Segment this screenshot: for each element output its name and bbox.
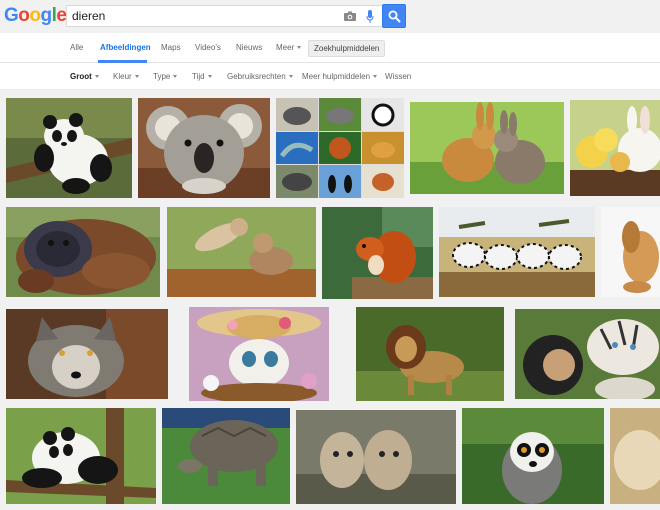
filter-label: Type <box>153 72 171 81</box>
tab-videos[interactable]: Video's <box>195 43 221 52</box>
image-result-wolf[interactable] <box>6 309 168 399</box>
logo-letter: o <box>29 5 41 26</box>
image-result-dog[interactable] <box>601 207 660 297</box>
collage-image <box>276 98 404 198</box>
filter-clear[interactable]: Wissen <box>385 72 411 81</box>
filter-usage-rights[interactable]: Gebruiksrechten <box>227 72 293 81</box>
image-result-squirrel[interactable] <box>322 207 433 299</box>
chimp-tiger-image <box>515 309 660 399</box>
chevron-down-icon <box>173 75 178 79</box>
search-query: dieren <box>72 9 106 23</box>
search-tools-button[interactable]: Zoekhulpmiddelen <box>308 40 386 57</box>
pandas-image <box>6 408 156 504</box>
wolf-image <box>6 309 168 399</box>
kittens-image <box>167 207 316 297</box>
chevron-down-icon <box>297 46 302 50</box>
lion-image <box>356 307 504 401</box>
logo-letter: e <box>56 5 67 26</box>
image-result-kitten-basket[interactable] <box>189 307 329 401</box>
rabbits-image <box>410 102 564 194</box>
filter-type[interactable]: Type <box>153 72 178 81</box>
filter-label: Tijd <box>192 72 205 81</box>
filter-label: Kleur <box>113 72 132 81</box>
image-results-grid <box>0 90 660 510</box>
chevron-down-icon <box>94 75 99 79</box>
chevron-down-icon <box>134 75 139 79</box>
squirrel-image <box>322 207 433 299</box>
image-result-chimp-tiger[interactable] <box>515 309 660 399</box>
tab-meer-label: Meer <box>276 43 295 52</box>
tab-meer[interactable]: Meer <box>276 43 302 52</box>
top-bar: Google dieren <box>0 0 660 33</box>
filter-bar: Groot Kleur Type Tijd Gebruiksrechten Me… <box>0 63 660 90</box>
filter-label: Meer hulpmiddelen <box>302 72 371 81</box>
zebras-image <box>439 207 595 297</box>
search-icon <box>388 10 401 23</box>
image-result-tortoise[interactable] <box>162 408 290 504</box>
image-result-rabbits[interactable] <box>410 102 564 194</box>
tortoise-image <box>162 408 290 504</box>
image-result-animal-collage[interactable] <box>276 98 404 198</box>
kitten-basket-image <box>189 307 329 401</box>
image-result-kittens-playing[interactable] <box>167 207 316 297</box>
tab-alle[interactable]: Alle <box>70 43 83 52</box>
chevron-down-icon <box>207 75 212 79</box>
image-result-lynx-cubs[interactable] <box>296 410 456 504</box>
orangutan-image <box>6 207 160 297</box>
tab-nieuws[interactable]: Nieuws <box>236 43 262 52</box>
filter-label: Gebruiksrechten <box>227 72 286 81</box>
image-result-panda[interactable] <box>6 98 132 198</box>
chicks-image <box>570 100 660 196</box>
google-logo[interactable]: Google <box>4 5 67 27</box>
filter-more-tools[interactable]: Meer hulpmiddelen <box>302 72 378 81</box>
logo-letter: o <box>18 5 30 26</box>
tab-maps[interactable]: Maps <box>161 43 181 52</box>
chevron-down-icon <box>373 75 378 79</box>
filter-label: Groot <box>70 72 92 81</box>
search-input[interactable]: dieren <box>66 5 382 27</box>
search-tabs: Alle Afbeeldingen Maps Video's Nieuws Me… <box>0 33 660 63</box>
image-result-orangutan[interactable] <box>6 207 160 297</box>
sheep-image <box>610 408 660 504</box>
image-result-lion[interactable] <box>356 307 504 401</box>
image-result-pandas[interactable] <box>6 408 156 504</box>
chevron-down-icon <box>288 75 293 79</box>
filter-time[interactable]: Tijd <box>192 72 212 81</box>
lemur-image <box>462 408 604 504</box>
logo-letter: g <box>40 5 53 26</box>
image-result-chicks-bunny[interactable] <box>570 100 660 196</box>
tab-afbeeldingen[interactable]: Afbeeldingen <box>100 43 151 52</box>
logo-letter: G <box>4 5 19 26</box>
image-result-zebras[interactable] <box>439 207 595 297</box>
search-button[interactable] <box>382 4 406 28</box>
camera-icon[interactable] <box>344 11 356 21</box>
filter-color[interactable]: Kleur <box>113 72 139 81</box>
image-result-lemur[interactable] <box>462 408 604 504</box>
microphone-icon[interactable] <box>366 10 374 23</box>
image-result-koala[interactable] <box>138 98 270 198</box>
koala-image <box>138 98 270 198</box>
image-result-sheep[interactable] <box>610 408 660 504</box>
dog-image <box>601 207 660 297</box>
filter-size[interactable]: Groot <box>70 72 99 81</box>
panda-image <box>6 98 132 198</box>
lynx-cubs-image <box>296 410 456 504</box>
